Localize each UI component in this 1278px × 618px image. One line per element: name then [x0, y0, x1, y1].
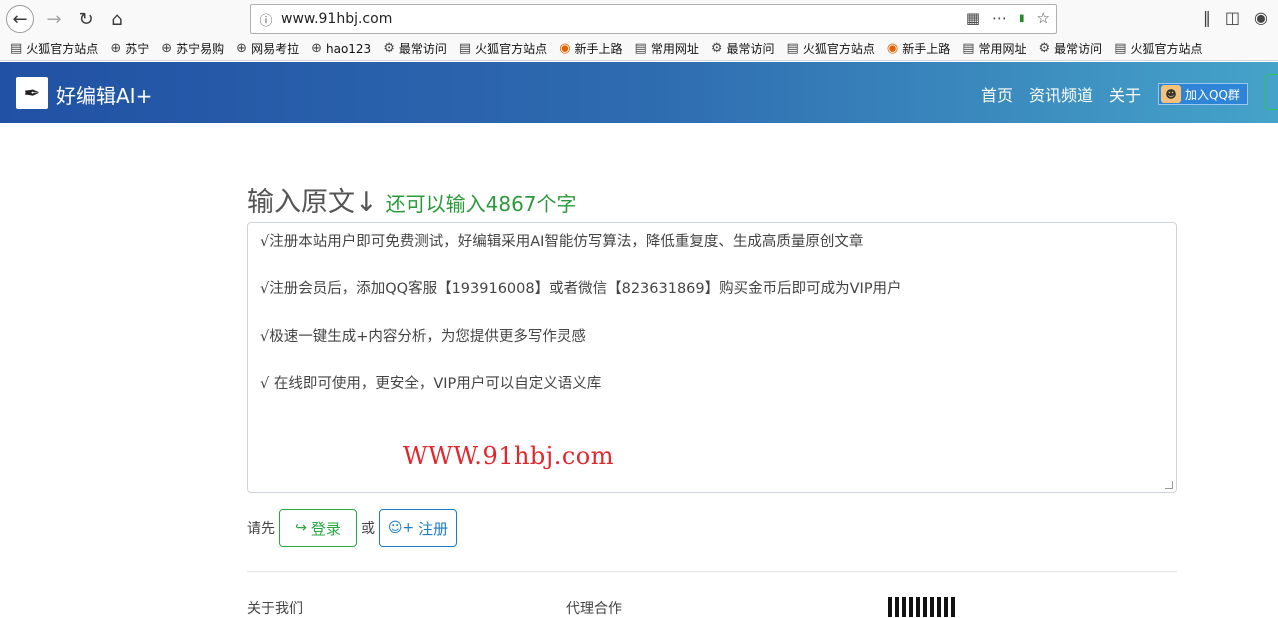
reload-icon[interactable]: ↻ [72, 5, 100, 33]
nav-home[interactable]: 首页 [981, 82, 1013, 106]
url-text[interactable]: www.91hbj.com [281, 11, 392, 27]
folder-icon: ▤ [634, 41, 647, 56]
bookmark-item[interactable]: ⚙ 最常访问 [383, 40, 447, 57]
login-icon: ↪ [295, 520, 307, 536]
browser-toolbar: ← → ↻ ⌂ ⓘ www.91hbj.com ▦ ⋯ ▮ ☆ ‖ ◫ ◉ [0, 0, 1278, 37]
login-label: 登录 [310, 519, 341, 538]
source-text-editor[interactable]: √注册本站用户即可免费测试，好编辑采用AI智能仿写算法，降低重复度、生成高质量原… [247, 222, 1177, 493]
extension-icon[interactable]: ▮ [1019, 13, 1025, 24]
folder-icon: ▤ [962, 41, 975, 56]
edge-button[interactable] [1265, 74, 1278, 110]
firefox-icon: ◉ [886, 41, 899, 56]
bookmark-label: 新手上路 [902, 42, 951, 56]
folder-icon: ▤ [786, 41, 799, 56]
bookmark-item[interactable]: ⊕ 苏宁易购 [161, 40, 224, 57]
bookmark-item[interactable]: ◉ 新手上路 [887, 40, 950, 57]
globe-icon: ⊕ [161, 41, 173, 56]
bookmark-label: 苏宁易购 [176, 42, 225, 56]
bookmark-label: 苏宁 [125, 42, 150, 56]
sidebar-icon[interactable]: ◫ [1225, 8, 1240, 27]
bookmark-label: 火狐官方站点 [26, 42, 99, 56]
or-text: 或 [361, 521, 375, 537]
bookmark-label: 火狐官方站点 [475, 42, 548, 56]
site-header: ✒ 好编辑AI+ 首页 资讯频道 关于 ☻ 加入QQ群 [0, 62, 1278, 123]
register-label: 注册 [418, 519, 449, 538]
bookmark-label: 最常访问 [398, 42, 447, 56]
bookmarks-bar: ▤ 火狐官方站点 ⊕ 苏宁 ⊕ 苏宁易购 ⊕ 网易考拉 ⊕ hao123 ⚙ 最常访问 ▤ 火狐官方站点 ◉… [0, 37, 1278, 61]
gear-icon: ⚙ [1038, 41, 1051, 56]
bookmark-item[interactable]: ▤ 火狐官方站点 [459, 40, 547, 57]
bookmark-label: 网易考拉 [251, 42, 300, 56]
bookmark-item[interactable]: ▤ 常用网址 [962, 40, 1026, 57]
back-icon[interactable]: ← [6, 5, 34, 33]
bookmark-item[interactable]: ⊕ 苏宁 [110, 40, 149, 57]
qq-avatar-icon: ☻ [1161, 85, 1181, 103]
input-heading: 输入原文↓ 还可以输入4867个字 [247, 180, 577, 219]
bookmark-item[interactable]: ◉ 新手上路 [559, 40, 622, 57]
footer-partner[interactable]: 代理合作 [566, 598, 622, 618]
join-qq-group-label: 加入QQ群 [1185, 87, 1240, 102]
library-icon[interactable]: ‖ [1203, 8, 1211, 27]
bookmark-label: 火狐官方站点 [1130, 42, 1203, 56]
footer-divider [247, 571, 1177, 572]
nav-news[interactable]: 资讯频道 [1029, 82, 1093, 106]
folder-icon: ▤ [10, 41, 23, 56]
auth-row: 请先 ↪ 登录 或 ☺+ 注册 [247, 509, 457, 547]
globe-icon: ⊕ [236, 41, 248, 56]
qr-code-icon[interactable]: ▦ [966, 9, 980, 27]
bookmark-item[interactable]: ⊕ hao123 [311, 41, 371, 56]
page-title: 输入原文↓ [247, 187, 378, 218]
editor-line: √ 在线即可使用，更安全，VIP用户可以自定义语义库 [260, 375, 602, 392]
url-bar[interactable]: ⓘ www.91hbj.com ▦ ⋯ ▮ ☆ [250, 4, 1057, 34]
bookmark-label: 常用网址 [978, 42, 1027, 56]
join-qq-group-button[interactable]: ☻ 加入QQ群 [1158, 83, 1248, 105]
bookmark-item[interactable]: ⚙ 最常访问 [711, 40, 775, 57]
bookmark-label: 常用网址 [650, 42, 699, 56]
footer-about[interactable]: 关于我们 [247, 598, 303, 618]
editor-line: √极速一键生成+内容分析，为您提供更多写作灵感 [260, 328, 586, 345]
watermark: WWW.91hbj.com [403, 442, 615, 470]
more-icon[interactable]: ⋯ [992, 9, 1007, 27]
bookmark-item[interactable]: ▤ 火狐官方站点 [1114, 40, 1202, 57]
qr-code-image [888, 597, 956, 617]
info-icon[interactable]: ⓘ [251, 10, 281, 29]
bookmark-label: 最常访问 [1054, 42, 1103, 56]
bookmark-label: hao123 [325, 41, 372, 56]
add-user-icon: ☺+ [387, 520, 415, 536]
resize-handle[interactable] [1165, 481, 1173, 489]
site-nav: 首页 资讯频道 关于 [981, 82, 1141, 106]
editor-line: √注册本站用户即可免费测试，好编辑采用AI智能仿写算法，降低重复度、生成高质量原… [260, 234, 864, 250]
editor-line: √注册会员后，添加QQ客服【193916008】或者微信【823631869】购… [260, 281, 902, 298]
bookmark-label: 最常访问 [726, 42, 775, 56]
bookmark-item[interactable]: ⚙ 最常访问 [1039, 40, 1103, 57]
bookmark-item[interactable]: ▤ 火狐官方站点 [787, 40, 875, 57]
account-icon[interactable]: ◉ [1254, 8, 1268, 27]
auth-prefix: 请先 [247, 521, 275, 537]
globe-icon: ⊕ [311, 41, 322, 56]
bookmark-label: 新手上路 [574, 42, 623, 56]
folder-icon: ▤ [458, 41, 472, 56]
gear-icon: ⚙ [710, 41, 723, 56]
star-icon[interactable]: ☆ [1037, 9, 1050, 27]
register-button[interactable]: ☺+ 注册 [379, 509, 457, 547]
bookmark-label: 火狐官方站点 [802, 42, 875, 56]
home-icon[interactable]: ⌂ [103, 5, 131, 33]
pen-logo-icon[interactable]: ✒ [16, 77, 48, 109]
gear-icon: ⚙ [383, 41, 395, 56]
folder-icon: ▤ [1114, 41, 1127, 56]
bookmark-item[interactable]: ▤ 常用网址 [635, 40, 699, 57]
remaining-chars: 还可以输入4867个字 [385, 192, 577, 216]
globe-icon: ⊕ [110, 41, 122, 56]
nav-about[interactable]: 关于 [1109, 82, 1141, 106]
firefox-icon: ◉ [559, 41, 571, 56]
bookmark-item[interactable]: ⊕ 网易考拉 [236, 40, 299, 57]
forward-icon[interactable]: → [40, 5, 68, 33]
site-brand[interactable]: 好编辑AI+ [56, 80, 152, 109]
bookmark-item[interactable]: ▤ 火狐官方站点 [10, 40, 98, 57]
login-button[interactable]: ↪ 登录 [279, 509, 357, 547]
